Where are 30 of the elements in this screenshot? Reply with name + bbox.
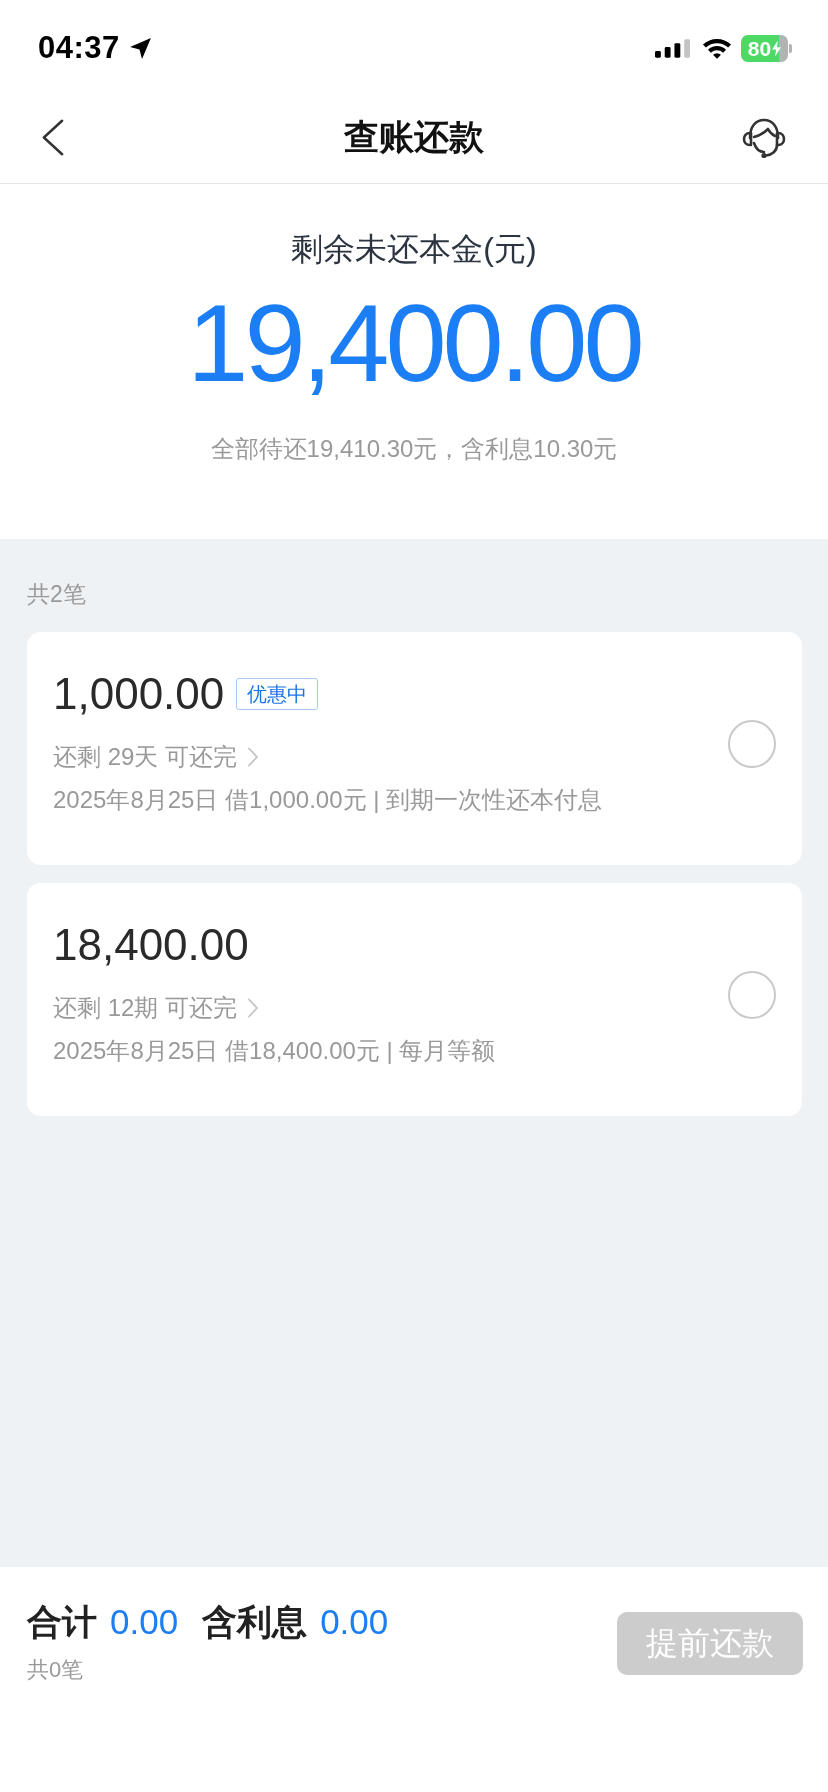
total-amount: 0.00: [110, 1601, 179, 1643]
page-title: 查账还款: [343, 116, 484, 158]
back-icon[interactable]: [41, 119, 64, 156]
battery-percentage: 80: [747, 37, 772, 59]
selected-count: 共0笔: [27, 1656, 85, 1684]
total-due-note: 全部待还19,410.30元，含利息10.30元: [210, 434, 618, 464]
principal-label: 剩余未还本金(元): [291, 230, 537, 269]
chevron-right-icon: [247, 998, 260, 1018]
loan-detail: 2025年8月25日 借18,400.00元 | 每月等额: [53, 1036, 496, 1066]
loan-card[interactable]: 1,000.00 优惠中 还剩 29天 可还完 2025年8月25日 借1,000.00元 | 到期一次性还本付息: [27, 632, 802, 865]
loan-count: 共2笔: [27, 580, 87, 609]
interest-amount: 0.00: [320, 1601, 389, 1643]
interest-label: 含利息: [202, 1601, 308, 1643]
status-time: 04:37: [38, 30, 120, 66]
loan-amount: 18,400.00: [53, 920, 249, 970]
signal-icon: [655, 38, 691, 58]
loan-card[interactable]: 18,400.00 还剩 12期 可还完 2025年8月25日 借18,400.00元 | 每月等额: [27, 883, 802, 1116]
chevron-right-icon: [247, 747, 260, 767]
headset-icon[interactable]: [742, 116, 786, 159]
wifi-icon: [702, 37, 732, 59]
radio-button[interactable]: [728, 719, 776, 768]
loan-detail: 2025年8月25日 借1,000.00元 | 到期一次性还本付息: [53, 785, 603, 815]
remaining-term[interactable]: 还剩 12期 可还完: [53, 990, 238, 1026]
loan-amount: 1,000.00: [53, 669, 225, 719]
promotion-tag: 优惠中: [236, 678, 319, 710]
remaining-term[interactable]: 还剩 29天 可还完: [53, 739, 238, 775]
total-label: 合计: [27, 1601, 97, 1643]
lightning-bolt-icon: [772, 39, 782, 57]
principal-amount: 19,400.00: [187, 288, 641, 398]
radio-button[interactable]: [728, 970, 776, 1019]
